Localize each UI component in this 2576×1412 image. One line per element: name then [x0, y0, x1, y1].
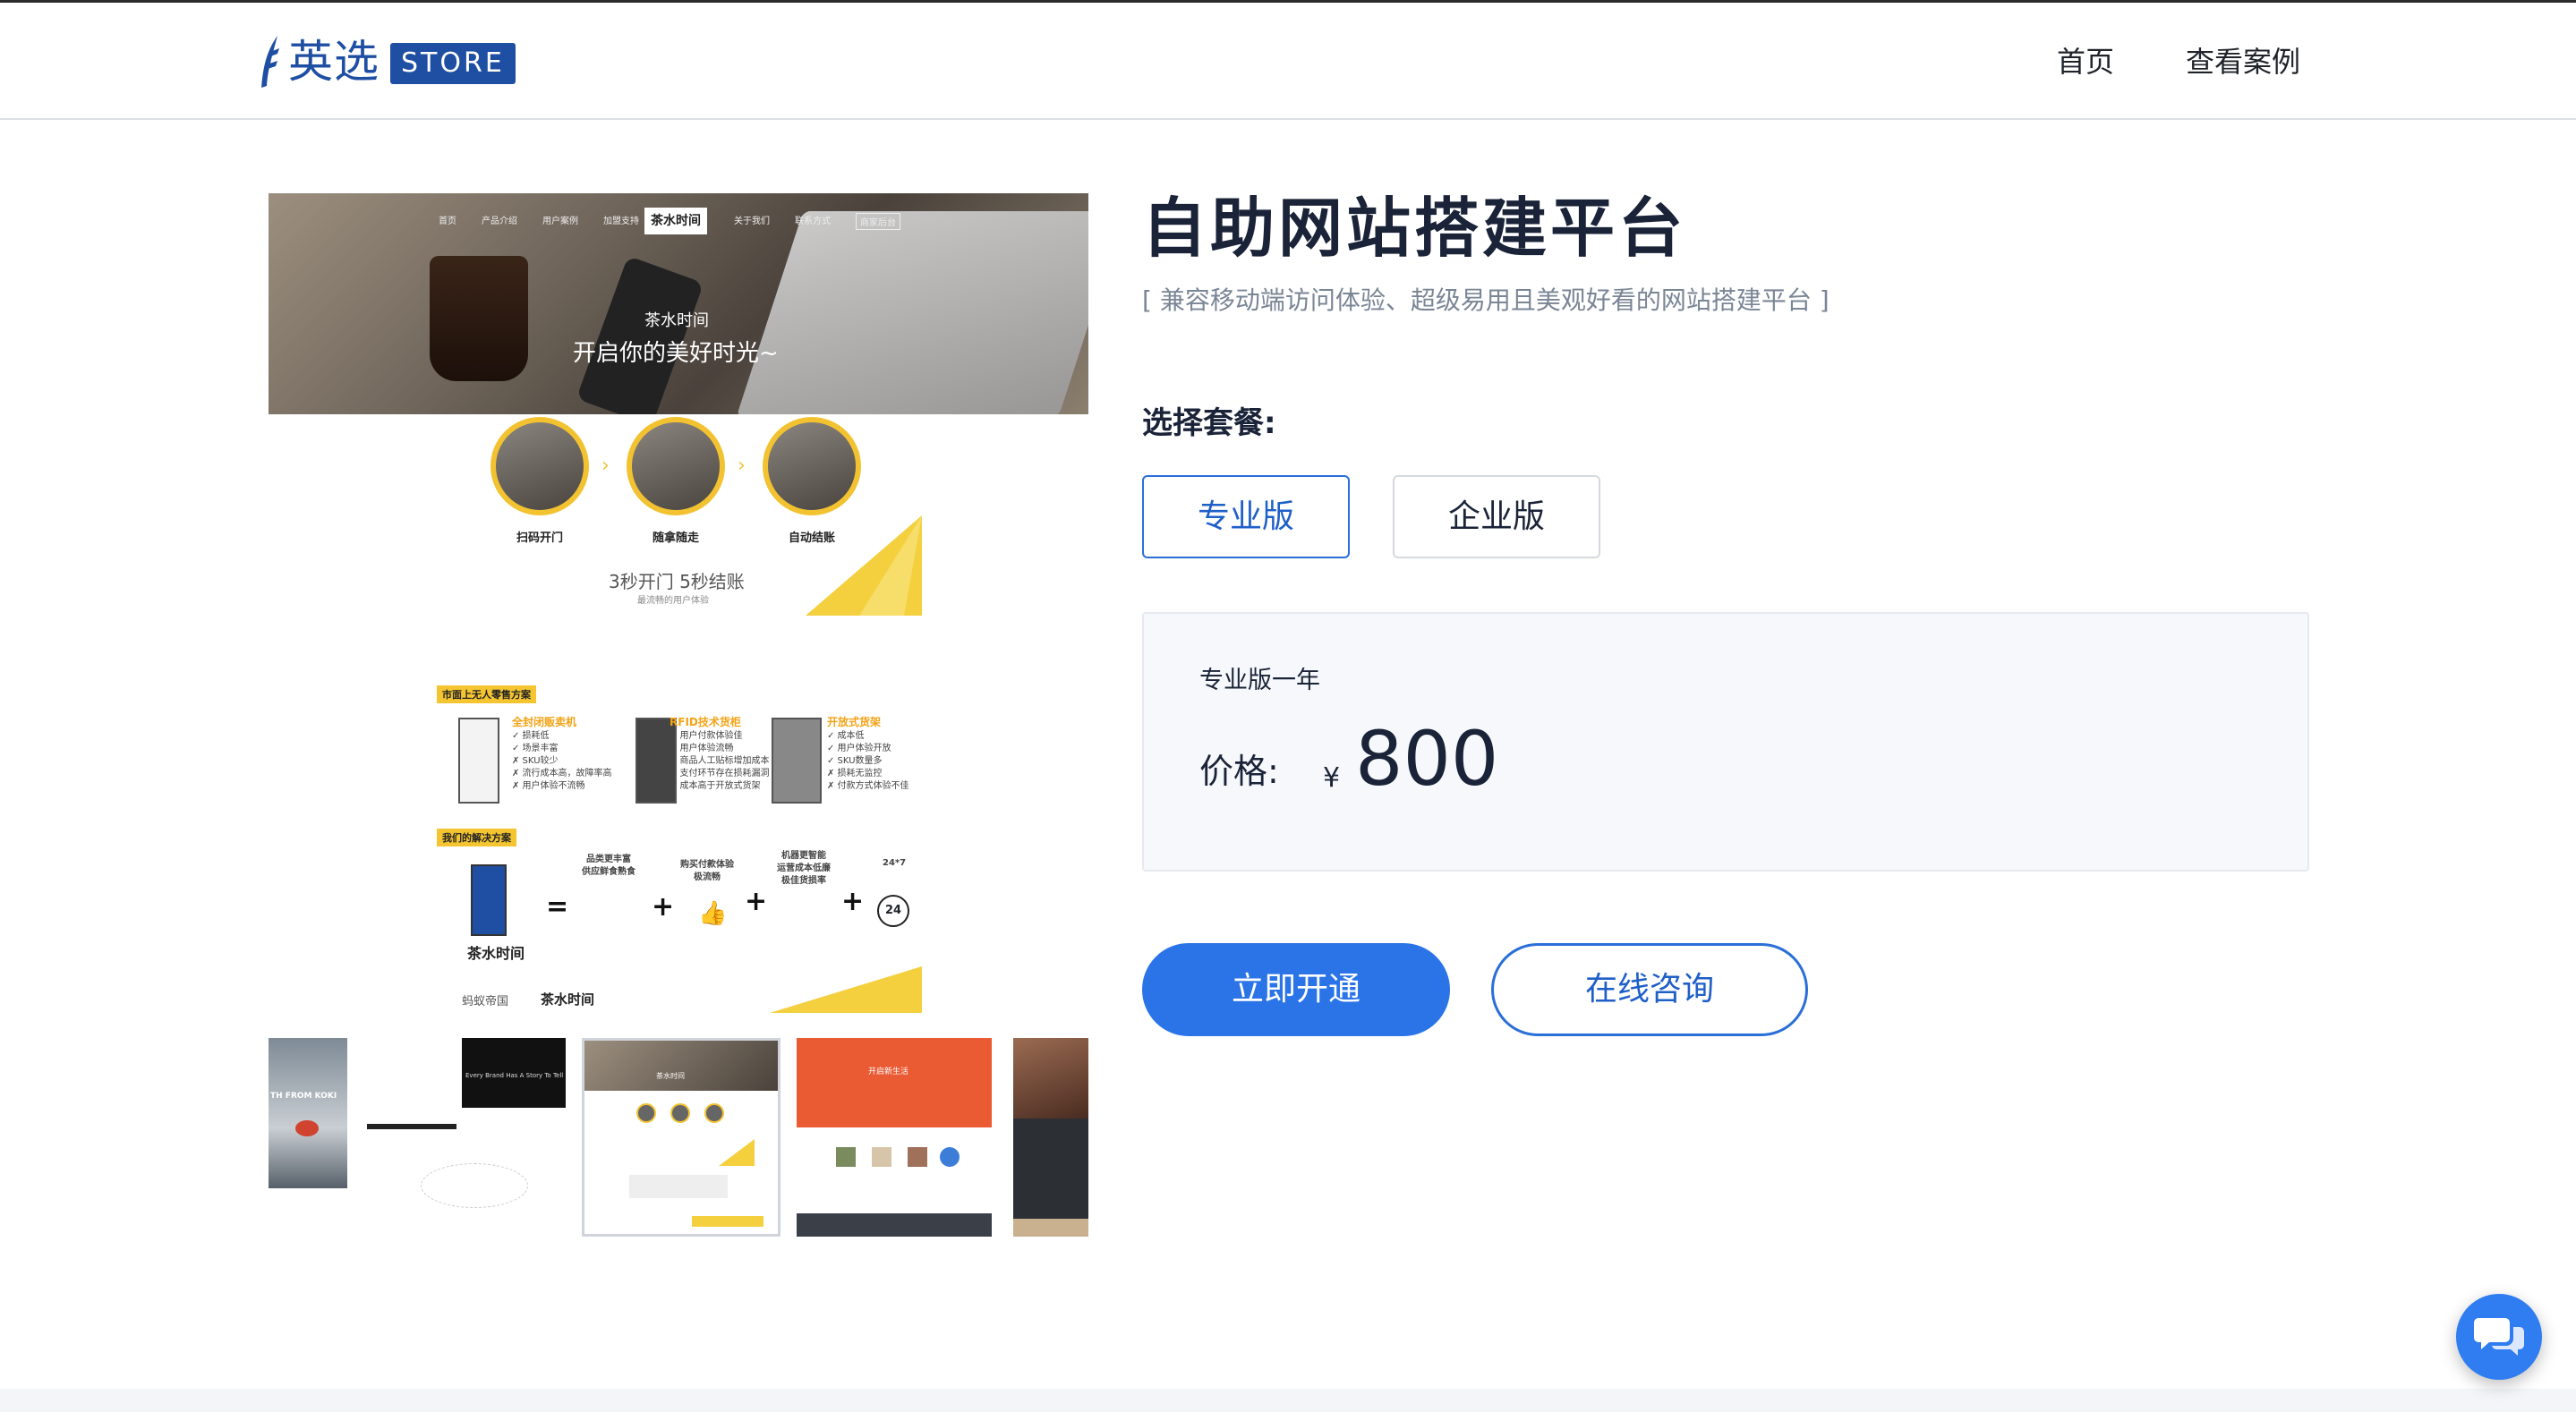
- step-circle: [627, 417, 725, 515]
- preview-hero-nav-right: 关于我们 联系方式 商家后台: [734, 213, 900, 230]
- online-consult-button[interactable]: 在线咨询: [1491, 943, 1808, 1036]
- clock-24-icon: 24: [877, 895, 909, 927]
- solution-title: RFID技术货柜: [670, 716, 741, 728]
- preview-hero-nav: 首页 产品介绍 用户案例 加盟支持: [439, 213, 639, 226]
- our-item: 品类更丰富 供应鲜食熟食: [582, 855, 635, 877]
- main-nav: 首页 查看案例: [2057, 42, 2300, 81]
- plus-symbol: +: [841, 886, 865, 917]
- product-title: 自助网站搭建平台: [1142, 191, 1687, 266]
- vending-machine-graphic: [458, 718, 499, 804]
- solution-title: 开放式货架: [827, 716, 882, 728]
- thumbs-up-icon: 👍: [698, 900, 728, 927]
- price-box: 专业版一年 价格: ¥ 800: [1142, 612, 2309, 872]
- preview-nav-item: 商家后台: [856, 213, 900, 230]
- main-preview-image: 首页 产品介绍 用户案例 加盟支持 茶水时间 关于我们 联系方式 商家后台 茶水…: [269, 193, 1088, 1013]
- thumbnail-active[interactable]: 茶水时间: [582, 1038, 780, 1237]
- our-item: 机器更智能 运营成本低廉 极佳货损率: [777, 851, 831, 886]
- thumbnail-caption: 开启新生活: [868, 1068, 909, 1076]
- thumbnail-caption: TH FROM KOKI: [270, 1092, 337, 1101]
- site-header: 英选 STORE 首页 查看案例: [0, 3, 2576, 120]
- nav-cases[interactable]: 查看案例: [2186, 42, 2300, 81]
- step-label: 随拿随走: [652, 532, 699, 545]
- market-tag: 市面上无人零售方案: [437, 685, 536, 703]
- step-circle: [763, 417, 861, 515]
- preview-hero-line2: 开启你的美好时光~: [573, 340, 779, 367]
- plus-symbol: +: [652, 891, 675, 923]
- thumbnail[interactable]: 开启新生活: [797, 1038, 992, 1237]
- buy-now-button[interactable]: 立即开通: [1142, 943, 1450, 1036]
- equals-symbol: =: [546, 891, 569, 923]
- thumbnail[interactable]: Every Brand Has A Story To Tell: [367, 1038, 566, 1237]
- steps-title: 3秒开门 5秒结账: [609, 571, 745, 592]
- preview-brand-logo: 茶水时间: [644, 208, 707, 234]
- chat-bubbles-icon: [2474, 1318, 2524, 1356]
- our-machine-graphic: [471, 864, 507, 936]
- plan-label: 选择套餐:: [1142, 405, 1276, 441]
- preview-nav-item: 加盟支持: [603, 217, 639, 226]
- currency-symbol: ¥: [1323, 762, 1341, 794]
- thumbnail-caption: 茶水时间: [656, 1072, 685, 1080]
- our-solution-tag: 我们的解决方案: [437, 829, 516, 846]
- coffee-cup-graphic: [430, 256, 528, 381]
- yellow-triangle-decoration: [806, 515, 922, 616]
- preview-nav-item: 产品介绍: [482, 217, 517, 226]
- chevron-right-icon: ›: [738, 455, 746, 477]
- site-logo[interactable]: 英选 STORE: [260, 35, 516, 89]
- thumbnail-strip: TH FROM KOKI Every Brand Has A Story To …: [269, 1038, 1088, 1237]
- preview-nav-item: 联系方式: [795, 217, 831, 226]
- thumbnail[interactable]: TH FROM KOKI: [269, 1038, 347, 1237]
- product-subtitle: [ 兼容移动端访问体验、超级易用且美观好看的网站搭建平台 ]: [1142, 285, 1830, 315]
- solution-points: ✓ 成本低 ✓ 用户体验开放 ✓ SKU数量多 ✗ 损耗无监控 ✗ 付款方式体验…: [827, 731, 909, 791]
- solution-points: ✓ 用户付款体验佳 ✓ 用户体验流畅 ✗ 商品人工贴标增加成本 ✗ 支付环节存在…: [670, 731, 770, 791]
- preview-hero-line1: 茶水时间: [644, 311, 709, 330]
- thumbnail-caption: Every Brand Has A Story To Tell: [465, 1072, 564, 1079]
- footer-brand: 茶水时间: [541, 991, 595, 1008]
- plus-symbol: +: [745, 886, 768, 917]
- our-brand: 茶水时间: [467, 945, 525, 962]
- preview-nav-item: 用户案例: [542, 217, 578, 226]
- laptop-graphic: [736, 211, 1088, 414]
- chevron-right-icon: ›: [601, 455, 610, 477]
- preview-hero: 首页 产品介绍 用户案例 加盟支持 茶水时间 关于我们 联系方式 商家后台 茶水…: [269, 193, 1088, 414]
- footer-strip: [0, 1389, 2576, 1412]
- footer-brand: 蚂蚁帝国: [462, 995, 509, 1008]
- preview-nav-item: 关于我们: [734, 217, 770, 226]
- plan-option-enterprise[interactable]: 企业版: [1393, 475, 1600, 558]
- feather-icon: [261, 36, 279, 88]
- steps-subtitle: 最流畅的用户体验: [637, 596, 709, 606]
- solution-points: ✓ 损耗低 ✓ 场景丰富 ✗ SKU较少 ✗ 流行成本高，故障率高 ✗ 用户体验…: [512, 731, 612, 791]
- preview-steps-section: › › 扫码开门 随拿随走 自动结账 3秒开门 5秒结账 最流畅的用户体验 市面…: [269, 417, 1088, 1013]
- our-item: 购买付款体验 极流畅: [680, 860, 734, 882]
- chat-widget-button[interactable]: [2456, 1294, 2542, 1380]
- thumbnail[interactable]: [1013, 1038, 1088, 1237]
- logo-text: 英选: [288, 36, 380, 88]
- price-value: 800: [1355, 715, 1499, 803]
- nav-home[interactable]: 首页: [2057, 42, 2114, 81]
- preview-nav-item: 首页: [439, 217, 456, 226]
- logo-badge: STORE: [390, 43, 516, 84]
- step-circle: [490, 417, 589, 515]
- solution-title: 全封闭贩卖机: [512, 716, 577, 728]
- yellow-triangle-decoration: [770, 966, 922, 1013]
- step-label: 扫码开门: [516, 532, 563, 545]
- plan-option-pro[interactable]: 专业版: [1142, 475, 1350, 558]
- our-item: 24*7: [883, 858, 907, 868]
- selected-plan-name: 专业版一年: [1199, 667, 1320, 694]
- open-shelf-graphic: [772, 718, 822, 804]
- price-label: 价格:: [1199, 752, 1279, 791]
